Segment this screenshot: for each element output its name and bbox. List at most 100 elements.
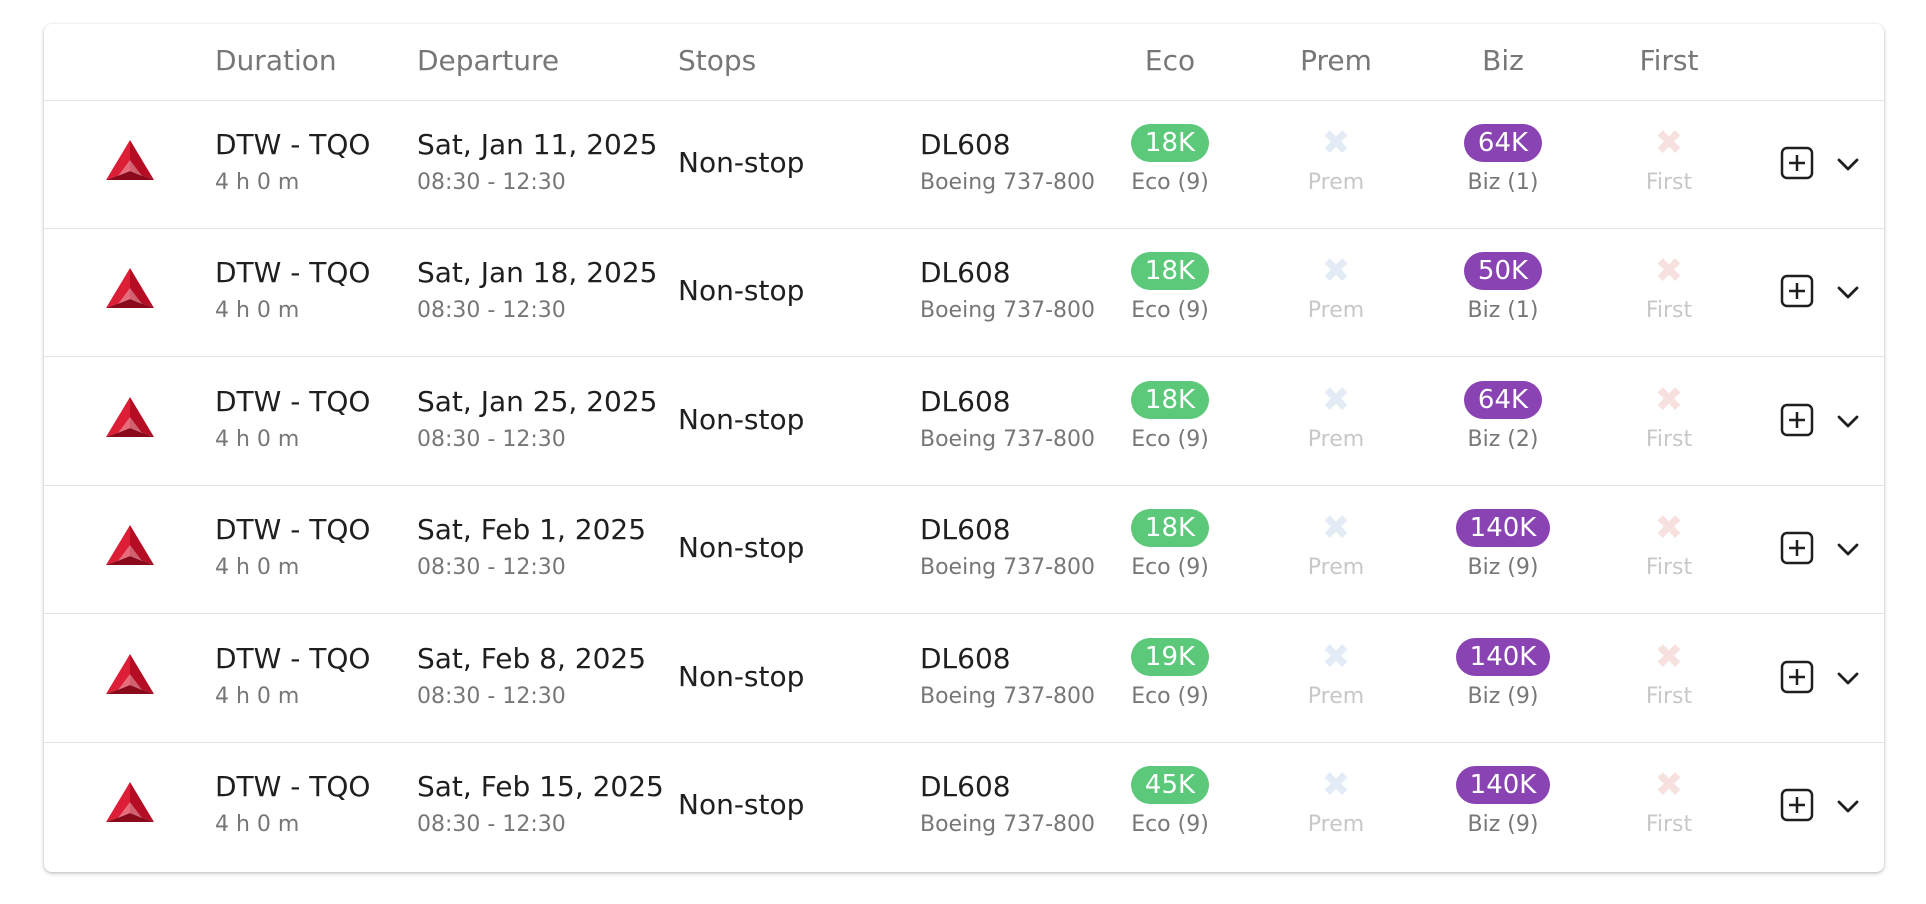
aircraft: Boeing 737-800 · [920,298,1098,323]
prem-fare: ✖ Prem [1266,252,1406,323]
departure-date: Sat, Jan 18, 2025 [417,256,658,289]
plus-square-icon[interactable] [1780,531,1814,565]
aircraft: Boeing 737-800 · [920,427,1098,452]
duration: 4 h 0 m [215,170,300,195]
first-label: First [1645,555,1693,580]
biz-seats-label: Biz (9) [1467,684,1539,709]
eco-fare[interactable]: 19K Eco (9) [1100,638,1240,709]
flight-row[interactable]: DTW - TQO 4 h 0 m Sat, Feb 8, 2025 08:30… [44,614,1884,743]
departure-date: Sat, Feb 15, 2025 [417,770,664,803]
unavailable-x-icon: ✖ [1321,637,1351,677]
prem-label: Prem [1307,427,1365,452]
prem-label: Prem [1307,812,1365,837]
first-fare: ✖ First [1599,252,1739,323]
duration: 4 h 0 m [215,555,300,580]
eco-points-badge[interactable]: 18K [1130,509,1210,547]
delta-logo-icon [106,268,154,308]
biz-fare[interactable]: 140K Biz (9) [1433,638,1573,709]
flight-number: DL608 [920,513,1011,546]
delta-logo-icon [106,654,154,694]
duration: 4 h 0 m [215,812,300,837]
eco-points-badge[interactable]: 18K [1130,381,1210,419]
header-eco[interactable]: Eco [1145,44,1195,77]
first-label: First [1645,427,1693,452]
flight-row[interactable]: DTW - TQO 4 h 0 m Sat, Jan 11, 2025 08:3… [44,100,1884,229]
flight-number: DL608 [920,770,1011,803]
biz-seats-label: Biz (2) [1467,427,1539,452]
stops: Non-stop [678,403,805,436]
aircraft-label: Boeing 737-800 · [920,427,1098,452]
departure-time: 08:30 - 12:30 [417,555,566,580]
unavailable-x-icon: ✖ [1654,637,1684,677]
eco-points-badge[interactable]: 18K [1130,252,1210,290]
eco-fare[interactable]: 18K Eco (9) [1100,509,1240,580]
flight-number: DL608 [920,256,1011,289]
chevron-down-icon[interactable] [1836,666,1860,690]
header-stops[interactable]: Stops [678,44,756,77]
departure-time: 08:30 - 12:30 [417,684,566,709]
plus-square-icon[interactable] [1780,146,1814,180]
plus-square-icon[interactable] [1780,274,1814,308]
flight-row[interactable]: DTW - TQO 4 h 0 m Sat, Jan 25, 2025 08:3… [44,357,1884,486]
eco-points-badge[interactable]: 19K [1130,638,1210,676]
eco-seats-label: Eco (9) [1131,812,1209,837]
first-label: First [1645,170,1693,195]
aircraft: Boeing 737-800 · [920,684,1098,709]
eco-fare[interactable]: 45K Eco (9) [1100,766,1240,837]
aircraft: Boeing 737-800 · [920,170,1098,195]
flight-row[interactable]: DTW - TQO 4 h 0 m Sat, Feb 15, 2025 08:3… [44,742,1884,870]
header-departure[interactable]: Departure [417,44,559,77]
flight-row[interactable]: DTW - TQO 4 h 0 m Sat, Jan 18, 2025 08:3… [44,228,1884,357]
aircraft-label: Boeing 737-800 · [920,812,1098,837]
eco-fare[interactable]: 18K Eco (9) [1100,124,1240,195]
biz-fare[interactable]: 140K Biz (9) [1433,766,1573,837]
stops: Non-stop [678,146,805,179]
eco-points-badge[interactable]: 18K [1130,124,1210,162]
route: DTW - TQO [215,642,371,675]
header-duration[interactable]: Duration [215,44,337,77]
unavailable-x-icon: ✖ [1654,251,1684,291]
biz-fare[interactable]: 50K Biz (1) [1433,252,1573,323]
plus-square-icon[interactable] [1780,788,1814,822]
header-first[interactable]: First [1640,44,1699,77]
biz-points-badge[interactable]: 64K [1463,381,1543,419]
chevron-down-icon[interactable] [1836,409,1860,433]
biz-points-badge[interactable]: 50K [1463,252,1543,290]
eco-points-badge[interactable]: 45K [1130,766,1210,804]
biz-points-badge[interactable]: 64K [1463,124,1543,162]
unavailable-x-icon: ✖ [1321,380,1351,420]
header-prem[interactable]: Prem [1300,44,1372,77]
departure-time: 08:30 - 12:30 [417,170,566,195]
eco-fare[interactable]: 18K Eco (9) [1100,381,1240,452]
route: DTW - TQO [215,256,371,289]
route: DTW - TQO [215,385,371,418]
biz-fare[interactable]: 64K Biz (1) [1433,124,1573,195]
plus-square-icon[interactable] [1780,660,1814,694]
chevron-down-icon[interactable] [1836,152,1860,176]
chevron-down-icon[interactable] [1836,280,1860,304]
duration: 4 h 0 m [215,427,300,452]
eco-fare[interactable]: 18K Eco (9) [1100,252,1240,323]
unavailable-x-icon: ✖ [1654,765,1684,805]
flight-number: DL608 [920,642,1011,675]
chevron-down-icon[interactable] [1836,794,1860,818]
biz-fare[interactable]: 140K Biz (9) [1433,509,1573,580]
flight-results-card: Duration Departure Stops Eco Prem Biz Fi… [44,24,1884,872]
biz-seats-label: Biz (9) [1467,812,1539,837]
departure-time: 08:30 - 12:30 [417,812,566,837]
aircraft-label: Boeing 737-800 · [920,684,1098,709]
first-fare: ✖ First [1599,509,1739,580]
biz-points-badge[interactable]: 140K [1455,509,1551,547]
unavailable-x-icon: ✖ [1321,508,1351,548]
header-biz[interactable]: Biz [1482,44,1524,77]
biz-points-badge[interactable]: 140K [1455,638,1551,676]
biz-fare[interactable]: 64K Biz (2) [1433,381,1573,452]
flight-row[interactable]: DTW - TQO 4 h 0 m Sat, Feb 1, 2025 08:30… [44,485,1884,614]
chevron-down-icon[interactable] [1836,537,1860,561]
plus-square-icon[interactable] [1780,403,1814,437]
departure-time: 08:30 - 12:30 [417,298,566,323]
prem-label: Prem [1307,684,1365,709]
biz-points-badge[interactable]: 140K [1455,766,1551,804]
table-header: Duration Departure Stops Eco Prem Biz Fi… [44,24,1884,101]
biz-seats-label: Biz (1) [1467,170,1539,195]
